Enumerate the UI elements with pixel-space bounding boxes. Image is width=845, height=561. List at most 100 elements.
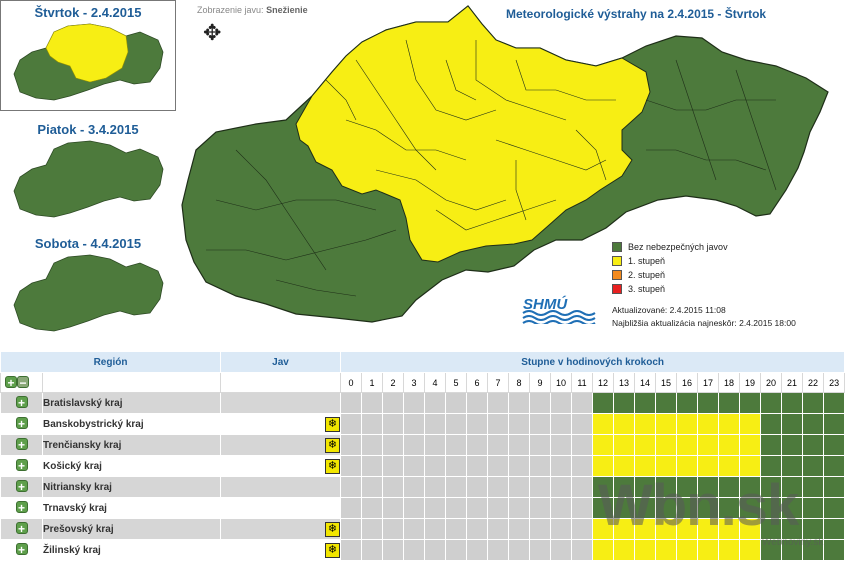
hour-header: 14 bbox=[634, 372, 657, 393]
hour-cell bbox=[550, 539, 573, 561]
hour-cell bbox=[424, 539, 447, 561]
legend-swatch-green bbox=[612, 242, 622, 252]
hour-cell bbox=[487, 497, 510, 519]
expand-row-icon[interactable]: + bbox=[15, 480, 28, 493]
hour-cell bbox=[550, 434, 573, 456]
snow-icon[interactable]: ❄ bbox=[325, 542, 341, 558]
expand-row-icon[interactable]: + bbox=[15, 459, 28, 472]
mini-map-3-shape bbox=[13, 254, 164, 332]
slovakia-map[interactable] bbox=[176, 0, 836, 330]
hour-header: 23 bbox=[823, 372, 845, 393]
hour-cell bbox=[382, 392, 405, 414]
hour-header: 7 bbox=[487, 372, 510, 393]
expand-all-icon[interactable]: + bbox=[5, 376, 17, 389]
collapse-all-icon[interactable]: − bbox=[17, 376, 29, 389]
hour-cell bbox=[550, 476, 573, 498]
hour-header: 5 bbox=[445, 372, 468, 393]
hour-cell bbox=[697, 413, 720, 435]
blank-cell bbox=[220, 372, 342, 393]
hour-cell bbox=[340, 455, 363, 477]
hour-cell bbox=[697, 539, 720, 561]
hour-header: 4 bbox=[424, 372, 447, 393]
snow-icon[interactable]: ❄ bbox=[325, 521, 341, 537]
jav-cell bbox=[220, 497, 342, 519]
legend-item: Bez nebezpečných javov bbox=[612, 240, 728, 254]
hour-header: 17 bbox=[697, 372, 720, 393]
hour-cell bbox=[802, 434, 825, 456]
table-row[interactable]: + Bratislavský kraj bbox=[0, 392, 845, 414]
hour-cell bbox=[592, 413, 615, 435]
hour-cell bbox=[718, 413, 741, 435]
hour-cell bbox=[739, 539, 762, 561]
hour-cell bbox=[361, 497, 384, 519]
hour-header: 8 bbox=[508, 372, 531, 393]
table-row[interactable]: + Trenčiansky kraj ❄ bbox=[0, 434, 845, 456]
hour-cell bbox=[466, 476, 489, 498]
hour-cell bbox=[403, 413, 426, 435]
expand-row-icon[interactable]: + bbox=[15, 417, 28, 430]
snow-icon[interactable]: ❄ bbox=[325, 458, 341, 474]
hour-cell bbox=[508, 434, 531, 456]
legend-label: 3. stupeň bbox=[628, 284, 666, 294]
hour-cell bbox=[487, 434, 510, 456]
hour-cell bbox=[823, 455, 845, 477]
legend-label: Bez nebezpečných javov bbox=[628, 242, 728, 252]
mini-map-day-1[interactable]: Štvrtok - 2.4.2015 bbox=[0, 0, 176, 111]
mini-map-day-2[interactable]: Piatok - 3.4.2015 bbox=[0, 118, 176, 223]
region-name: Trenčiansky kraj bbox=[41, 434, 222, 456]
hour-cell bbox=[466, 539, 489, 561]
hour-cell bbox=[718, 392, 741, 414]
hour-cell bbox=[802, 413, 825, 435]
hour-cell bbox=[571, 455, 594, 477]
hour-cell bbox=[508, 392, 531, 414]
watermark: Wbn.sk bbox=[598, 473, 799, 538]
expand-row-icon[interactable]: + bbox=[15, 396, 28, 409]
hour-cell bbox=[487, 392, 510, 414]
hour-cell bbox=[529, 539, 552, 561]
expand-row-icon[interactable]: + bbox=[15, 522, 28, 535]
hour-cell bbox=[760, 392, 783, 414]
col-header-region: Región bbox=[0, 351, 222, 373]
hour-cell bbox=[550, 497, 573, 519]
hour-cell bbox=[550, 518, 573, 540]
hour-cell bbox=[634, 392, 657, 414]
expand-row-icon[interactable]: + bbox=[15, 501, 28, 514]
hour-cell bbox=[487, 455, 510, 477]
table-row[interactable]: + Žilinský kraj ❄ bbox=[0, 539, 845, 561]
snow-icon[interactable]: ❄ bbox=[325, 437, 341, 453]
expand-cell: + bbox=[0, 539, 43, 561]
hour-cell bbox=[424, 434, 447, 456]
expand-cell: + bbox=[0, 434, 43, 456]
hour-cell bbox=[718, 434, 741, 456]
hour-cell bbox=[550, 413, 573, 435]
legend-label: 1. stupeň bbox=[628, 256, 666, 266]
hour-cell bbox=[718, 539, 741, 561]
legend-swatch-red bbox=[612, 284, 622, 294]
expand-cell: + bbox=[0, 497, 43, 519]
hour-cell bbox=[655, 413, 678, 435]
hour-cell bbox=[466, 392, 489, 414]
hour-cell bbox=[340, 539, 363, 561]
hour-cell bbox=[382, 497, 405, 519]
hour-cell bbox=[760, 413, 783, 435]
region-name: Nitriansky kraj bbox=[41, 476, 222, 498]
hour-cell bbox=[760, 434, 783, 456]
hour-cell bbox=[676, 539, 699, 561]
hour-cell bbox=[382, 455, 405, 477]
hour-cell bbox=[571, 413, 594, 435]
mini-map-day-3[interactable]: Sobota - 4.4.2015 bbox=[0, 232, 176, 337]
hour-cell bbox=[529, 455, 552, 477]
snow-icon[interactable]: ❄ bbox=[325, 416, 341, 432]
hour-cell bbox=[340, 497, 363, 519]
col-header-steps: Stupne v hodinových krokoch bbox=[340, 351, 845, 373]
hour-cell bbox=[487, 539, 510, 561]
expand-row-icon[interactable]: + bbox=[15, 438, 28, 451]
table-row[interactable]: + Banskobystrický kraj ❄ bbox=[0, 413, 845, 435]
hour-cell bbox=[361, 455, 384, 477]
hour-cell bbox=[424, 476, 447, 498]
hour-cell bbox=[445, 434, 468, 456]
expand-row-icon[interactable]: + bbox=[15, 543, 28, 556]
hour-cell bbox=[445, 497, 468, 519]
hour-cell bbox=[508, 539, 531, 561]
hour-cell bbox=[361, 476, 384, 498]
